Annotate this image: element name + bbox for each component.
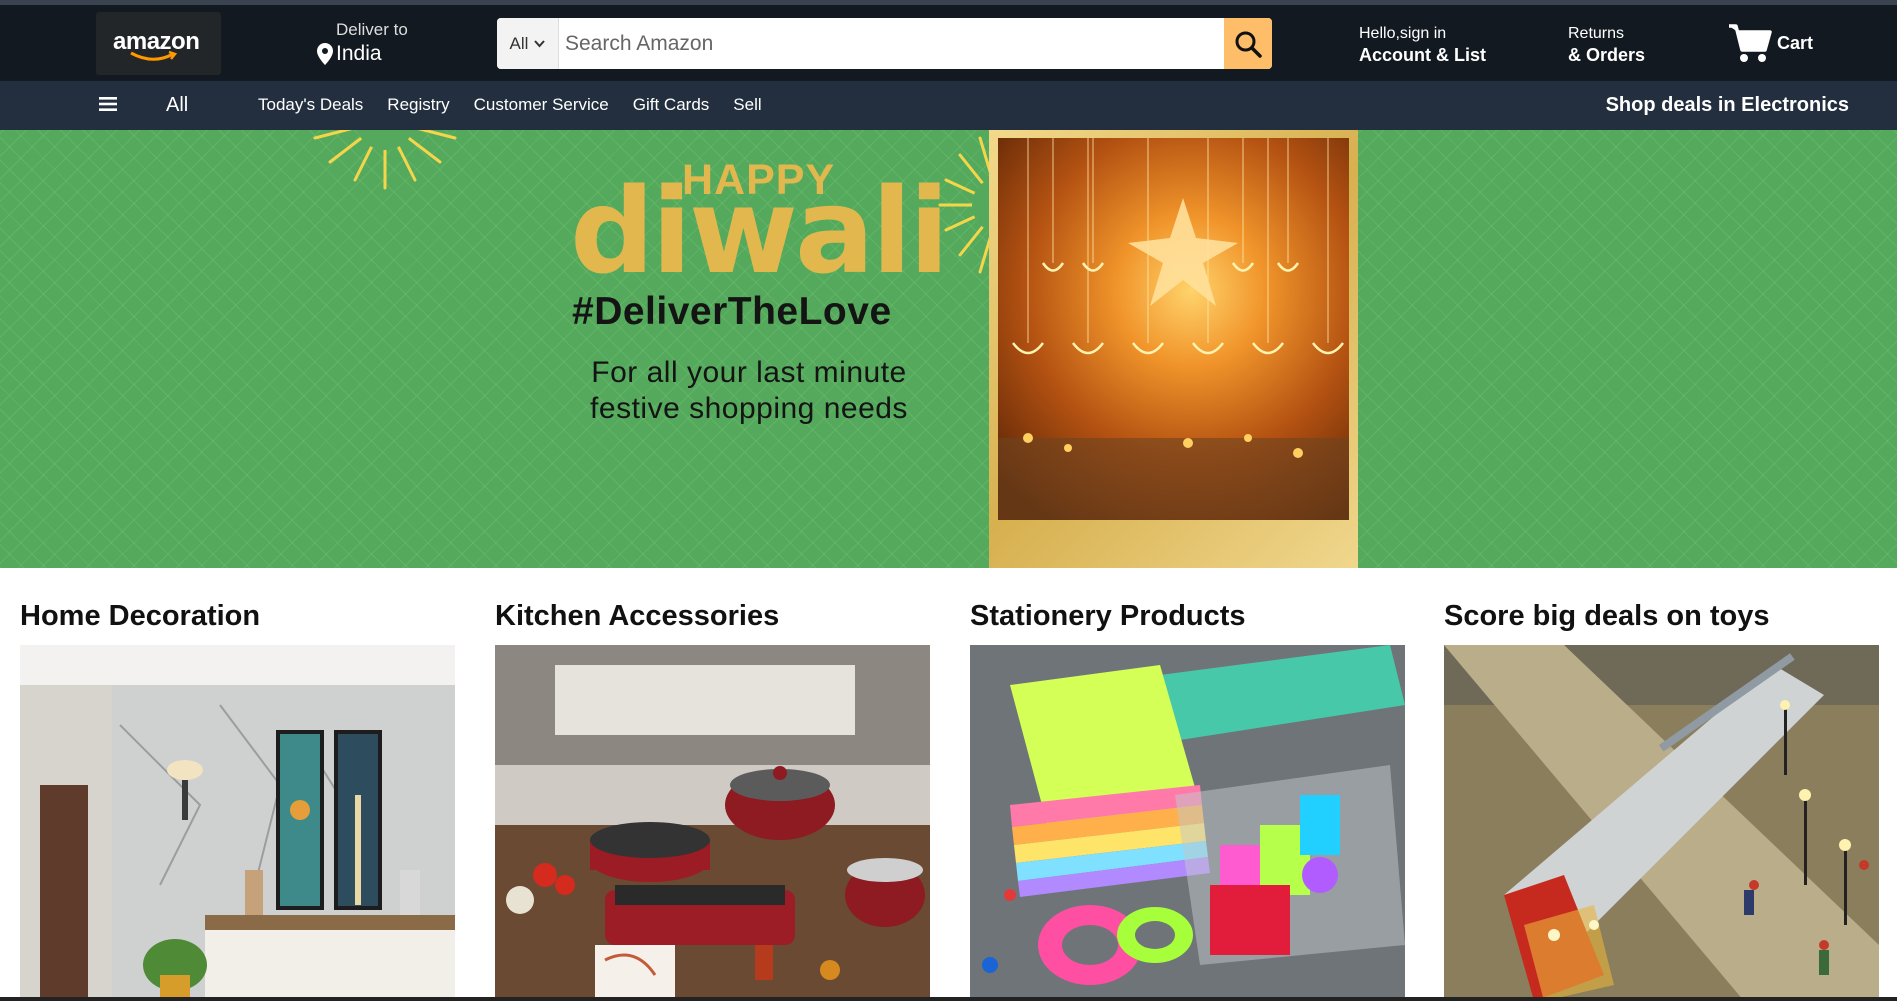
- search-category-label: All: [509, 33, 529, 53]
- nav-link-sell[interactable]: Sell: [733, 95, 761, 115]
- account-label: Account & List: [1359, 45, 1487, 65]
- hero-photo-frame: [989, 130, 1358, 568]
- search-icon: [1235, 31, 1262, 58]
- diwali-lights-photo: [998, 138, 1349, 520]
- deliver-location: India: [336, 42, 382, 65]
- hamburger-menu-button[interactable]: [99, 96, 117, 117]
- card-title: Score big deals on toys: [1444, 600, 1770, 632]
- orders-label: & Orders: [1568, 45, 1646, 65]
- card-title: Home Decoration: [20, 600, 261, 632]
- location-pin-icon: [317, 43, 333, 65]
- nav-secondary-bar: All Today's Deals Registry Customer Serv…: [0, 81, 1897, 130]
- category-card-home-decoration[interactable]: Home Decoration: [20, 600, 455, 1001]
- deliver-to[interactable]: Deliver to India: [317, 20, 408, 66]
- hero-banner[interactable]: diwali HAPPY #DeliverTheLove For all you…: [0, 130, 1897, 568]
- account-menu[interactable]: Hello,sign in Account & List: [1359, 25, 1486, 66]
- kitchen-accessories-image[interactable]: [495, 645, 930, 1001]
- logo-smile-icon: [130, 51, 177, 61]
- card-title: Kitchen Accessories: [495, 600, 780, 632]
- diwali-lights-illustration: [998, 138, 1349, 520]
- stationery-products-illustration: [970, 645, 1405, 1001]
- cart-icon: [1729, 24, 1772, 62]
- amazon-logo[interactable]: amazon: [96, 12, 221, 75]
- toys-image[interactable]: [1444, 645, 1879, 1001]
- category-card-kitchen-accessories[interactable]: Kitchen Accessories: [495, 600, 930, 1001]
- card-title: Stationery Products: [970, 600, 1246, 632]
- nav-link-registry[interactable]: Registry: [387, 95, 449, 115]
- toy-train-illustration: [1444, 645, 1879, 1001]
- nav-all-button[interactable]: All: [166, 94, 188, 117]
- category-card-toys[interactable]: Score big deals on toys: [1444, 600, 1879, 1001]
- returns-orders[interactable]: Returns & Orders: [1568, 25, 1645, 66]
- search-button[interactable]: [1224, 18, 1272, 69]
- chevron-down-icon: [534, 39, 546, 47]
- hero-hashtag: #DeliverTheLove: [572, 290, 892, 333]
- nav-links: Today's Deals Registry Customer Service …: [258, 95, 786, 115]
- category-card-stationery-products[interactable]: Stationery Products: [970, 600, 1405, 1001]
- nav-link-gift-cards[interactable]: Gift Cards: [633, 95, 710, 115]
- hero-subtitle: For all your last minute festive shoppin…: [590, 356, 908, 425]
- cart-button[interactable]: Cart: [1727, 22, 1813, 64]
- firework-decoration-left: [313, 130, 457, 190]
- search-input[interactable]: [559, 18, 1224, 69]
- electronics-promo-link[interactable]: Shop deals in Electronics: [1606, 94, 1849, 117]
- nav-link-todays-deals[interactable]: Today's Deals: [258, 95, 363, 115]
- nav-link-customer-service[interactable]: Customer Service: [474, 95, 609, 115]
- hero-happy-text: HAPPY: [682, 156, 836, 204]
- search-bar: All: [497, 18, 1272, 69]
- account-greeting: Hello,sign in: [1359, 25, 1447, 42]
- bottom-edge: [0, 997, 1897, 1001]
- menu-icon: [99, 97, 117, 111]
- search-category-select[interactable]: All: [497, 18, 559, 69]
- home-decoration-image[interactable]: [20, 645, 455, 1001]
- home-decoration-illustration: [20, 645, 455, 1001]
- returns-label: Returns: [1568, 25, 1625, 42]
- kitchen-accessories-illustration: [495, 645, 930, 1001]
- deliver-to-label: Deliver to: [336, 20, 408, 39]
- nav-top-bar: amazon Deliver to India All Search Amazo…: [0, 5, 1897, 81]
- cart-label: Cart: [1777, 33, 1814, 53]
- stationery-products-image[interactable]: [970, 645, 1405, 1001]
